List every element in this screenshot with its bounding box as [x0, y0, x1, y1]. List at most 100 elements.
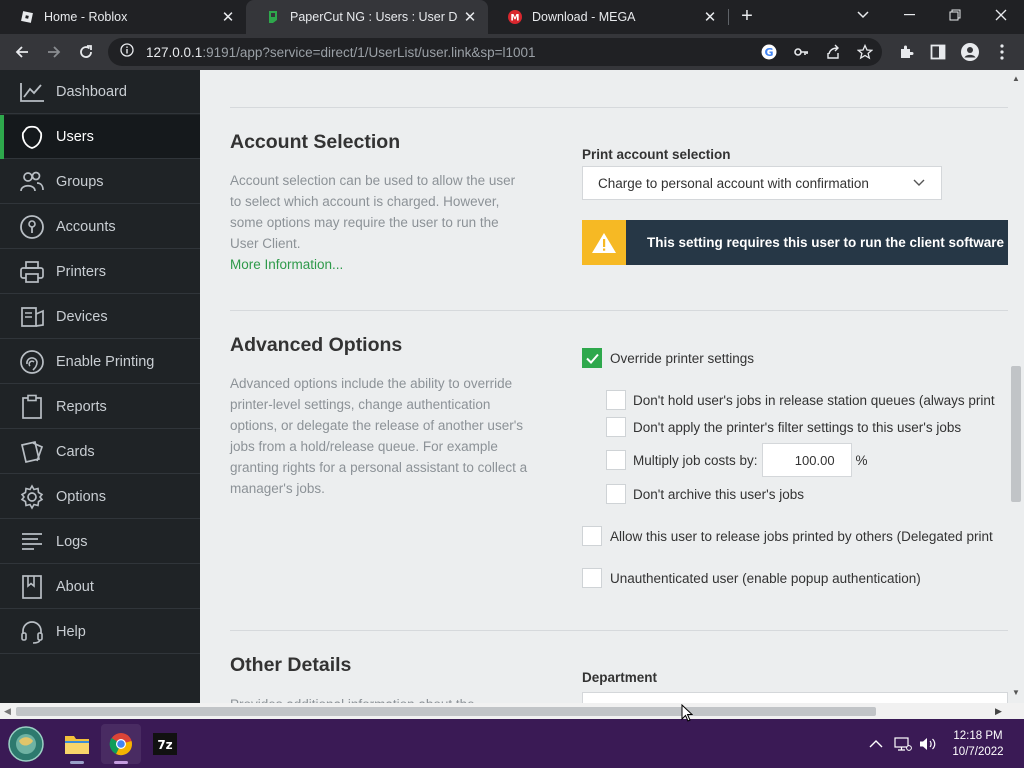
dont-apply-filter-checkbox[interactable]: Don't apply the printer's filter setting… — [606, 417, 961, 437]
url-text[interactable]: 127.0.0.1:9191/app?service=direct/1/User… — [146, 45, 536, 60]
taskbar-clock[interactable]: 12:18 PM 10/7/2022 — [940, 728, 1016, 760]
scroll-down-arrow-icon[interactable]: ▼ — [1012, 688, 1020, 697]
horizontal-scroll-thumb[interactable] — [16, 707, 876, 716]
percent-unit: % — [855, 452, 868, 468]
print-account-selection-dropdown[interactable]: Charge to personal account with confirma… — [582, 166, 942, 200]
sidebar-item-enable-printing[interactable]: Enable Printing — [0, 340, 200, 384]
dont-hold-jobs-checkbox[interactable]: Don't hold user's jobs in release statio… — [606, 390, 995, 410]
tab-title: PaperCut NG : Users : User Detail — [290, 10, 458, 24]
sidebar-item-reports[interactable]: Reports — [0, 385, 200, 429]
7zip-icon[interactable]: 7z — [145, 724, 185, 764]
tab-mega[interactable]: M Download - MEGA ✕ — [488, 0, 728, 34]
device-icon — [18, 303, 46, 331]
override-printer-settings-checkbox[interactable]: Override printer settings — [582, 348, 754, 368]
forward-button[interactable] — [42, 40, 66, 64]
sidebar-item-groups[interactable]: Groups — [0, 160, 200, 204]
close-tab-icon[interactable]: ✕ — [462, 9, 478, 26]
multiply-job-costs-row: Multiply job costs by: 100.00 % — [606, 443, 868, 477]
sidebar-item-label: Logs — [56, 533, 88, 550]
back-button[interactable] — [10, 40, 34, 64]
sidebar-item-label: Help — [56, 623, 86, 640]
running-indicator — [70, 761, 84, 764]
bookmark-star-icon[interactable] — [856, 43, 874, 61]
accounts-icon — [18, 213, 46, 241]
sidebar-item-label: Reports — [56, 398, 107, 415]
checkbox-box[interactable] — [582, 568, 602, 588]
checkbox-box[interactable] — [606, 484, 626, 504]
scroll-left-arrow-icon[interactable]: ◀ — [4, 706, 11, 717]
section-divider — [230, 107, 1008, 108]
dont-archive-jobs-checkbox[interactable]: Don't archive this user's jobs — [606, 484, 804, 504]
vertical-scroll-thumb[interactable] — [1011, 366, 1021, 502]
checkbox-box[interactable] — [606, 390, 626, 410]
network-icon[interactable] — [893, 734, 913, 754]
start-button[interactable] — [6, 724, 46, 764]
other-details-description: Provides additional information about th… — [230, 694, 530, 703]
checkbox-label: Don't archive this user's jobs — [633, 486, 804, 502]
google-icon[interactable]: G — [760, 43, 778, 61]
browser-tab-strip: Home - Roblox ✕ PaperCut NG : Users : Us… — [0, 0, 1024, 34]
scroll-up-arrow-icon[interactable]: ▲ — [1012, 74, 1020, 83]
close-tab-icon[interactable]: ✕ — [220, 9, 236, 26]
checkmark-icon[interactable] — [582, 348, 602, 368]
sidebar-item-devices[interactable]: Devices — [0, 295, 200, 339]
unauthenticated-user-checkbox[interactable]: Unauthenticated user (enable popup authe… — [582, 568, 921, 588]
profile-avatar-icon[interactable] — [960, 42, 980, 62]
file-explorer-icon[interactable] — [57, 724, 97, 764]
sidebar-item-cards[interactable]: Cards — [0, 430, 200, 474]
sidebar-item-label: Printers — [56, 263, 106, 280]
job-cost-multiplier-input[interactable]: 100.00 — [761, 443, 852, 477]
address-bar[interactable]: 127.0.0.1:9191/app?service=direct/1/User… — [108, 38, 882, 66]
more-information-link[interactable]: More Information... — [230, 257, 343, 272]
extensions-icon[interactable] — [896, 42, 916, 62]
volume-icon[interactable] — [918, 734, 938, 754]
sidebar-item-label: Options — [56, 488, 106, 505]
chrome-taskbar-icon[interactable] — [101, 724, 141, 764]
restore-window-icon[interactable] — [932, 0, 978, 30]
scroll-right-arrow-icon[interactable]: ▶ — [995, 706, 1002, 717]
client-software-warning: This setting requires this user to run t… — [582, 220, 1008, 265]
horizontal-scrollbar[interactable]: ◀ ▶ — [0, 703, 1024, 719]
svg-text:M: M — [511, 14, 520, 24]
svg-text:G: G — [764, 46, 773, 59]
windows-taskbar: 7z 12:18 PM 10/7/2022 — [0, 719, 1024, 768]
sidebar-item-options[interactable]: Options — [0, 475, 200, 519]
new-tab-button[interactable]: + — [737, 6, 757, 27]
checkbox-label: Override printer settings — [610, 350, 755, 366]
show-hidden-icons-icon[interactable] — [866, 734, 886, 754]
sidebar-item-label: Users — [56, 128, 94, 145]
tab-papercut[interactable]: PaperCut NG : Users : User Detail ✕ — [246, 0, 488, 34]
site-info-icon[interactable] — [120, 42, 134, 62]
tab-roblox[interactable]: Home - Roblox ✕ — [0, 0, 246, 34]
share-icon[interactable] — [824, 43, 842, 61]
sidebar-item-users[interactable]: Users — [0, 115, 200, 159]
browser-menu-icon[interactable] — [992, 42, 1012, 62]
close-tab-icon[interactable]: ✕ — [702, 9, 718, 26]
sidebar-item-label: About — [56, 578, 94, 595]
print-account-selection-label: Print account selection — [582, 147, 731, 162]
warning-text: This setting requires this user to run t… — [647, 235, 1008, 250]
sidebar-item-accounts[interactable]: Accounts — [0, 205, 200, 249]
cards-icon — [18, 438, 46, 466]
sidebar-item-help[interactable]: Help — [0, 610, 200, 654]
vertical-scrollbar[interactable]: ▲ ▼ — [1008, 70, 1024, 703]
department-input[interactable] — [582, 692, 1008, 703]
delegated-print-release-checkbox[interactable]: Allow this user to release jobs printed … — [582, 526, 993, 546]
multiply-job-costs-checkbox[interactable] — [606, 450, 626, 470]
side-panel-icon[interactable] — [928, 42, 948, 62]
tab-search-icon[interactable] — [840, 0, 886, 30]
close-window-icon[interactable] — [978, 0, 1024, 30]
sidebar-item-logs[interactable]: Logs — [0, 520, 200, 564]
checkbox-box[interactable] — [582, 526, 602, 546]
reload-button[interactable] — [74, 40, 98, 64]
description-text: Account selection can be used to allow t… — [230, 173, 516, 251]
sidebar-item-printers[interactable]: Printers — [0, 250, 200, 294]
sidebar-item-about[interactable]: About — [0, 565, 200, 609]
checkbox-box[interactable] — [606, 417, 626, 437]
key-icon[interactable] — [792, 43, 810, 61]
svg-text:7z: 7z — [157, 738, 172, 752]
user-details-content: Account Selection Account selection can … — [200, 70, 1008, 703]
minimize-window-icon[interactable] — [886, 0, 932, 30]
chart-line-icon — [18, 78, 46, 106]
sidebar-item-dashboard[interactable]: Dashboard — [0, 70, 200, 114]
